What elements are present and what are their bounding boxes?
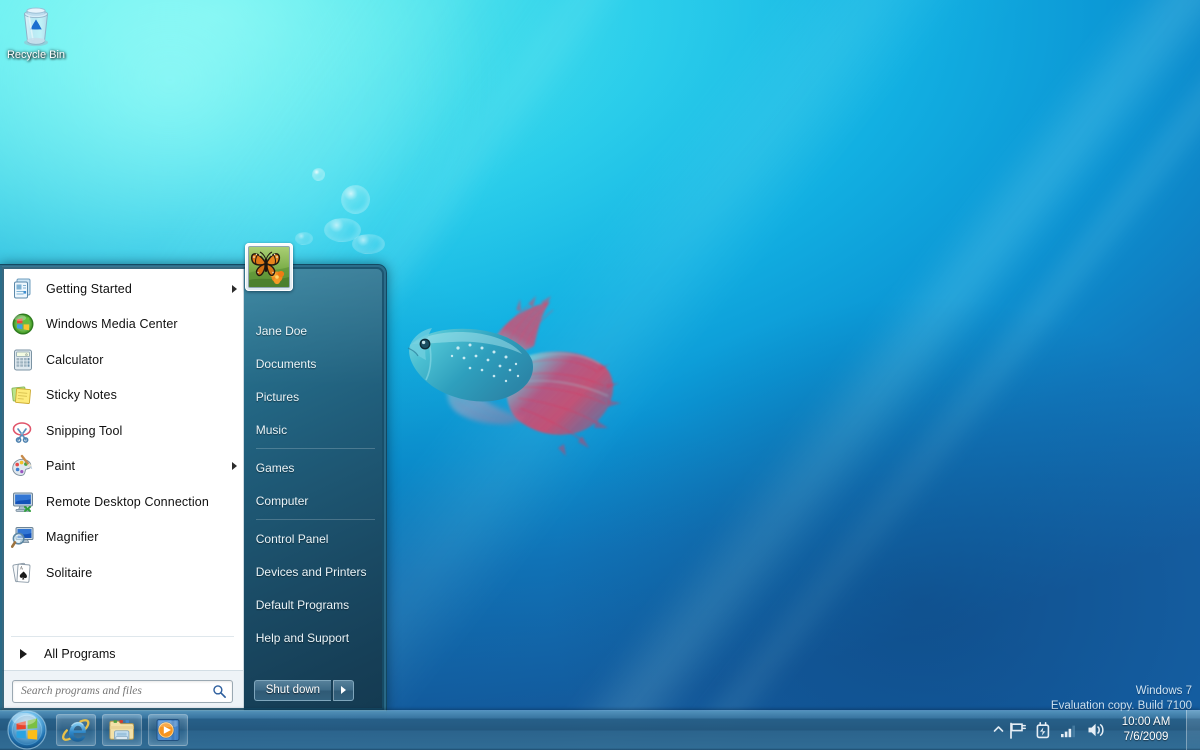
remote-desktop-icon [13, 492, 33, 512]
show-desktop-button[interactable] [1186, 710, 1200, 750]
taskbar-pinned-items [56, 714, 188, 746]
shutdown-options-button[interactable] [333, 679, 355, 701]
volume-speaker-icon[interactable] [1087, 722, 1106, 738]
media-center-icon [12, 313, 34, 335]
start-menu-left-pane: Getting Started Windows Media Center 0 C… [2, 266, 244, 711]
start-orb-icon [7, 710, 47, 750]
sticky-notes-icon [11, 386, 31, 405]
shutdown-button[interactable]: Shut down [253, 679, 332, 701]
recycle-bin-label: Recycle Bin [6, 49, 66, 61]
internet-explorer-icon [62, 719, 90, 742]
start-menu-item-magnifier[interactable]: Magnifier [2, 520, 243, 556]
start-menu-item-solitaire[interactable]: A Solitaire [2, 555, 243, 591]
chevron-right-icon [341, 686, 347, 694]
submenu-arrow-icon [231, 284, 237, 293]
start-menu-right-separator [255, 519, 375, 520]
start-menu-item-calculator[interactable]: 0 Calculator [2, 342, 243, 378]
taskbar-item-windows-explorer[interactable] [102, 714, 142, 746]
show-hidden-icons-button[interactable] [989, 721, 1008, 739]
start-menu-right-item-devices-printers[interactable]: Devices and Printers [244, 555, 385, 588]
start-menu-right-item-help-support[interactable]: Help and Support [244, 621, 385, 654]
start-menu-right-item-control-panel[interactable]: Control Panel [244, 522, 385, 555]
start-menu-right-separator [255, 448, 375, 449]
start-menu-item-getting-started[interactable]: Getting Started [2, 271, 243, 307]
start-menu-item-label: Snipping Tool [46, 423, 123, 438]
windows-explorer-icon [109, 720, 135, 740]
start-menu-right-item-music[interactable]: Music [244, 413, 385, 446]
search-input[interactable] [13, 680, 232, 702]
start-menu-item-label: Remote Desktop Connection [46, 494, 209, 509]
desktop-icon-recycle-bin[interactable]: Recycle Bin [5, 4, 67, 61]
shutdown-area: Shut down [244, 669, 385, 711]
butterfly-user-picture [248, 246, 290, 288]
start-menu-item-snipping-tool[interactable]: Snipping Tool [2, 413, 243, 449]
start-menu-item-label: Getting Started [46, 281, 132, 296]
start-menu-right-item-games[interactable]: Games [244, 451, 385, 484]
network-signal-icon[interactable] [1060, 723, 1078, 738]
taskbar[interactable]: 10:00 AM 7/6/2009 [0, 710, 1200, 750]
search-box[interactable] [12, 679, 233, 703]
power-plug-icon[interactable] [1035, 721, 1051, 739]
recycle-bin-icon [23, 7, 49, 47]
start-menu-right-item-documents[interactable]: Documents [244, 347, 385, 380]
watermark-line-1: Windows 7 [1135, 685, 1192, 697]
start-menu-right-pane: Jane Doe Documents Pictures Music Games … [243, 266, 386, 711]
start-menu-item-paint[interactable]: Paint [2, 449, 243, 485]
clock-time: 10:00 AM [1121, 716, 1171, 728]
search-icon[interactable] [212, 684, 227, 699]
start-menu-item-sticky-notes[interactable]: Sticky Notes [2, 378, 243, 414]
start-menu-search-area [2, 670, 243, 711]
magnifier-icon [11, 527, 34, 549]
start-menu-item-label: Solitaire [46, 565, 93, 580]
submenu-arrow-icon [231, 462, 237, 471]
chevron-up-icon [993, 726, 1004, 732]
action-center-flag-icon[interactable] [1008, 722, 1026, 739]
all-programs-label: All Programs [44, 646, 116, 661]
paint-icon [12, 455, 33, 477]
start-menu-right-item-pictures[interactable]: Pictures [244, 380, 385, 413]
start-menu-item-windows-media-center[interactable]: Windows Media Center [2, 307, 243, 343]
start-menu-left-spacer [2, 591, 243, 637]
all-programs-arrow-icon [20, 648, 27, 659]
taskbar-item-windows-media-player[interactable] [148, 714, 188, 746]
calculator-icon: 0 [14, 349, 32, 371]
clock-date: 7/6/2009 [1123, 731, 1169, 743]
taskbar-item-internet-explorer[interactable] [56, 714, 96, 746]
start-menu-program-list: Getting Started Windows Media Center 0 C… [2, 266, 243, 591]
wallpaper-bottom-right-vignette [420, 190, 1200, 750]
start-menu-item-label: Calculator [46, 352, 104, 367]
getting-started-icon [14, 278, 31, 299]
clock[interactable]: 10:00 AM 7/6/2009 [1112, 715, 1184, 745]
tray-icon-list [1008, 721, 1112, 739]
start-button[interactable] [0, 710, 54, 750]
user-account-picture[interactable] [245, 243, 293, 291]
start-menu[interactable]: Getting Started Windows Media Center 0 C… [0, 264, 387, 713]
start-menu-right-item-default-programs[interactable]: Default Programs [244, 588, 385, 621]
solitaire-icon: A [12, 562, 31, 583]
system-tray: 10:00 AM 7/6/2009 [989, 710, 1200, 750]
start-menu-item-label: Windows Media Center [46, 317, 178, 332]
start-menu-right-item-user[interactable]: Jane Doe [244, 314, 385, 347]
windows-media-player-icon [156, 719, 180, 741]
start-menu-right-item-computer[interactable]: Computer [244, 484, 385, 517]
start-menu-item-label: Paint [46, 459, 76, 474]
betta-fish-wallpaper-image [407, 296, 621, 456]
all-programs-button[interactable]: All Programs [2, 637, 243, 670]
start-menu-item-label: Magnifier [46, 530, 99, 545]
start-menu-item-label: Sticky Notes [46, 388, 117, 403]
start-menu-item-remote-desktop-connection[interactable]: Remote Desktop Connection [2, 484, 243, 520]
snipping-tool-icon [12, 421, 32, 443]
